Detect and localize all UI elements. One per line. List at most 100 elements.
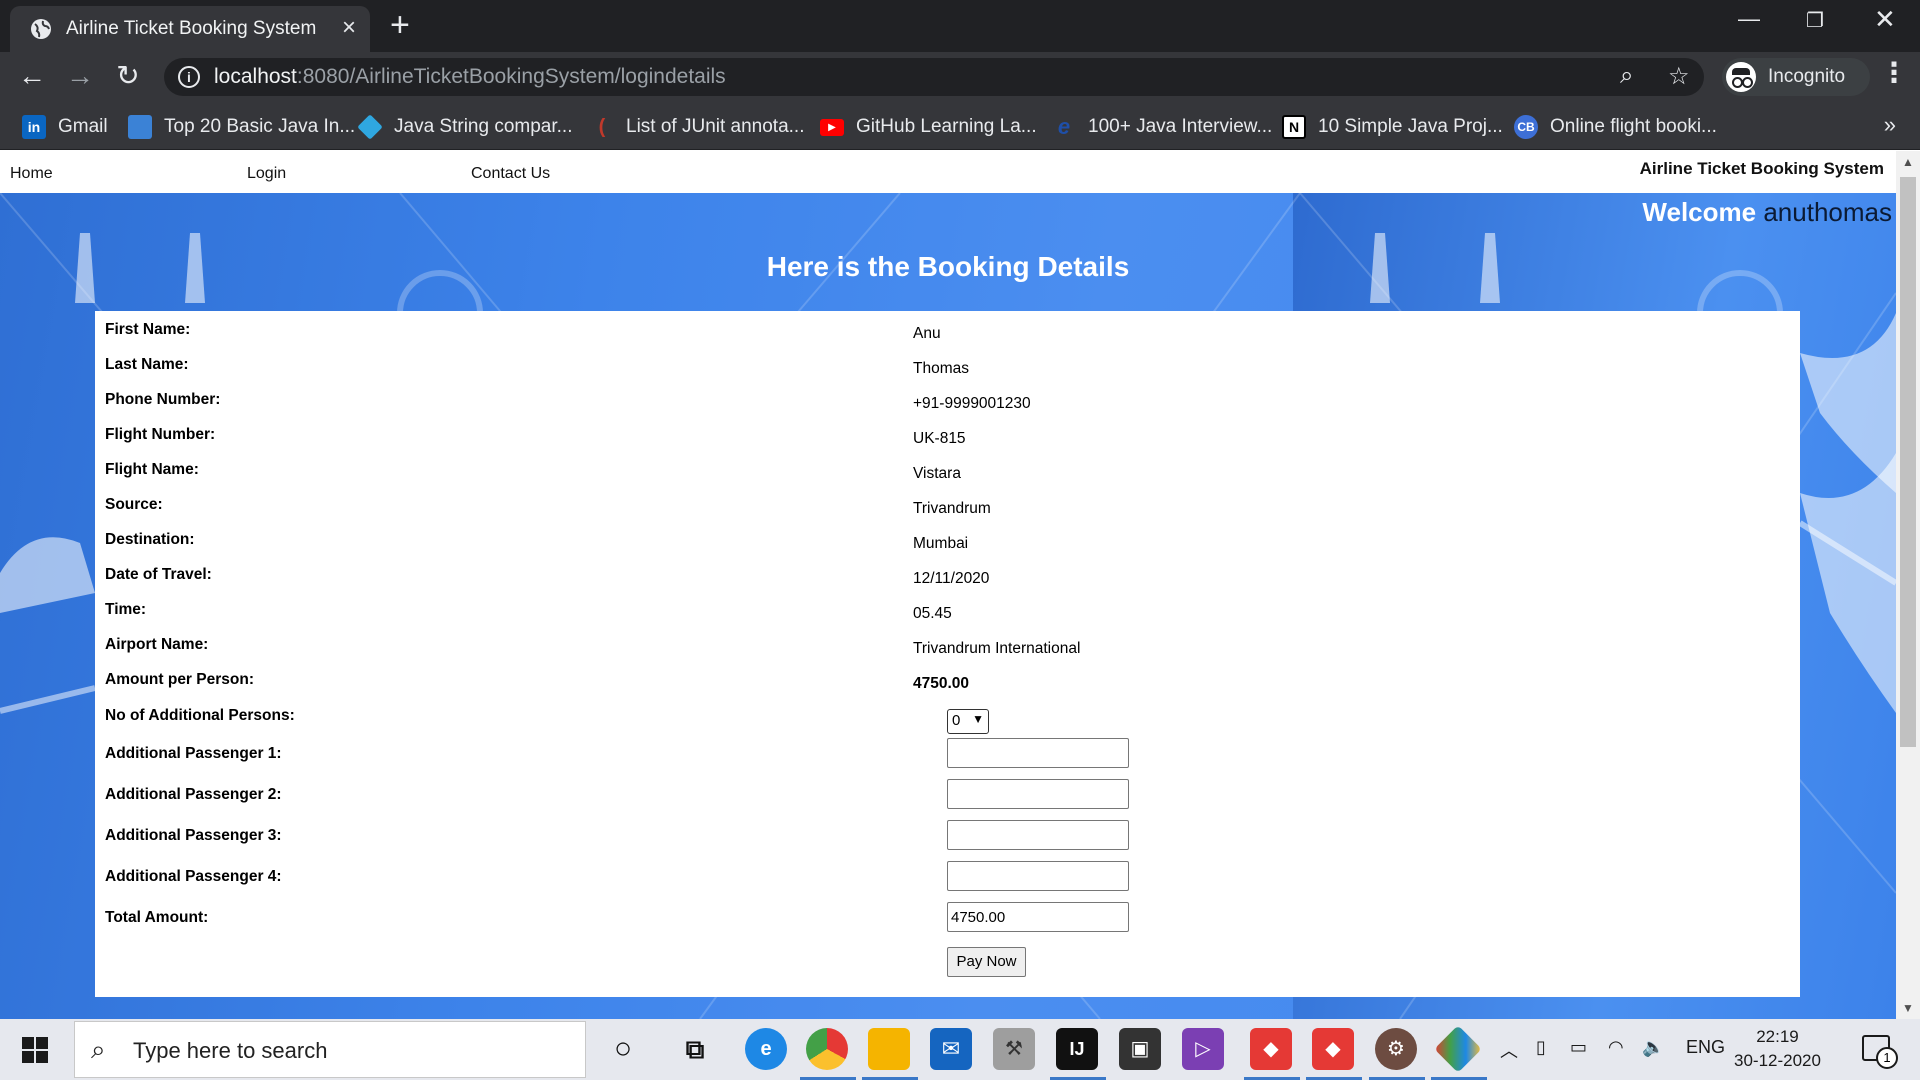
nav-home-link[interactable]: Home (10, 165, 53, 183)
clock-time: 22:19 (1756, 1027, 1799, 1046)
source-label: Source: (105, 496, 163, 513)
gear-app-icon[interactable]: ⚙ (1375, 1028, 1417, 1070)
visual-studio-icon[interactable]: ▷ (1182, 1028, 1224, 1070)
clock-date: 30-12-2020 (1734, 1051, 1821, 1070)
page-heading: Here is the Booking Details (766, 251, 1130, 282)
page-icon (128, 115, 152, 139)
bookmark-icon: N (1282, 115, 1306, 139)
restore-icon[interactable]: ❐ (1806, 8, 1824, 33)
menu-dots-icon[interactable]: ⋮ (1880, 56, 1908, 89)
nav-contact-link[interactable]: Contact Us (471, 165, 550, 183)
file-explorer-icon[interactable] (868, 1028, 910, 1070)
bookmark-java-projects[interactable]: N 10 Simple Java Proj... (1282, 114, 1503, 140)
total-amount-input[interactable] (947, 902, 1129, 932)
bookmark-java-interview-questions[interactable]: e 100+ Java Interview... (1052, 114, 1272, 140)
diamond-icon (357, 114, 383, 140)
wifi-icon[interactable]: ◠ (1608, 1037, 1624, 1058)
windows-start-icon[interactable] (22, 1037, 48, 1063)
pay-now-button[interactable]: Pay Now (947, 947, 1026, 977)
scroll-thumb[interactable] (1900, 177, 1916, 747)
welcome-message: Welcome anuthomas (1642, 197, 1892, 228)
flight-name-label: Flight Name: (105, 461, 199, 478)
tools-icon[interactable]: ⚒ (993, 1028, 1035, 1070)
browser-tab[interactable]: Airline Ticket Booking System × (10, 6, 370, 52)
close-tab-icon[interactable]: × (342, 14, 356, 42)
taskbar-search-placeholder: Type here to search (133, 1038, 328, 1063)
tab-strip: Airline Ticket Booking System × + — ❐ ✕ (0, 0, 1920, 52)
welcome-label: Welcome (1642, 197, 1757, 227)
taskbar-clock[interactable]: 22:19 30-12-2020 (1734, 1025, 1821, 1073)
close-window-icon[interactable]: ✕ (1874, 4, 1896, 35)
forward-arrow-icon[interactable]: → (64, 60, 96, 92)
star-bookmark-icon[interactable]: ☆ (1668, 62, 1690, 91)
battery-icon[interactable]: ▭ (1570, 1037, 1587, 1058)
youtube-icon: ▶ (820, 118, 844, 136)
amount-per-person-value: 4750.00 (913, 675, 970, 692)
additional-passenger-3-label: Additional Passenger 3: (105, 827, 282, 844)
date-of-travel-label: Date of Travel: (105, 566, 212, 583)
source-value: Trivandrum (913, 500, 991, 517)
incognito-icon (1726, 62, 1756, 92)
bookmark-java-interview[interactable]: Top 20 Basic Java In... (128, 114, 355, 140)
first-name-value: Anu (913, 325, 941, 342)
nav-login-link[interactable]: Login (247, 165, 286, 183)
time-label: Time: (105, 601, 147, 618)
cortana-icon[interactable]: ○ (602, 1028, 644, 1070)
back-arrow-icon[interactable]: ← (16, 60, 48, 92)
zoom-search-icon[interactable]: ⌕ (1620, 62, 1633, 90)
info-icon[interactable]: i (178, 66, 200, 88)
taskbar-search-box[interactable]: ⌕ Type here to search (74, 1021, 586, 1078)
anydesk-icon[interactable]: ◆ (1250, 1028, 1292, 1070)
scroll-down-icon[interactable]: ▼ (1902, 1001, 1914, 1015)
additional-passenger-4-input[interactable] (947, 861, 1129, 891)
destination-value: Mumbai (913, 535, 969, 552)
reload-icon[interactable]: ↻ (112, 60, 144, 92)
edge-icon[interactable]: e (745, 1028, 787, 1070)
language-indicator[interactable]: ENG (1686, 1037, 1725, 1058)
notification-count: 1 (1876, 1047, 1898, 1069)
globe-icon (31, 19, 51, 39)
anydesk-2-icon[interactable]: ◆ (1312, 1028, 1354, 1070)
sky-background: Welcome anuthomas Here is the Booking De… (0, 193, 1896, 1019)
volume-icon[interactable]: 🔈 (1642, 1037, 1664, 1058)
phone-number-value: +91-9999001230 (913, 395, 1031, 412)
device-icon[interactable]: ▯ (1536, 1037, 1546, 1058)
bookmark-gmail[interactable]: in Gmail (22, 114, 108, 140)
linkedin-icon: in (22, 115, 46, 139)
additional-persons-select[interactable]: 0 ▼ (947, 709, 989, 734)
scroll-up-icon[interactable]: ▲ (1902, 155, 1914, 169)
address-bar[interactable]: i localhost:8080/AirlineTicketBookingSys… (164, 58, 1704, 96)
chevron-right-icon[interactable]: » (1884, 112, 1896, 138)
destination-label: Destination: (105, 531, 195, 548)
bookmark-github-learning[interactable]: ▶ GitHub Learning La... (820, 114, 1037, 140)
minimize-icon[interactable]: — (1738, 6, 1760, 32)
chevron-up-icon[interactable]: ︿ (1500, 1037, 1518, 1063)
url-text: localhost:8080/AirlineTicketBookingSyste… (214, 65, 726, 88)
additional-passenger-4-label: Additional Passenger 4: (105, 868, 282, 885)
task-view-icon[interactable]: ⧉ (674, 1028, 716, 1070)
intellij-icon[interactable]: IJ (1056, 1028, 1098, 1070)
additional-passenger-1-input[interactable] (947, 738, 1129, 768)
incognito-profile-button[interactable]: Incognito (1722, 58, 1870, 96)
username: anuthomas (1763, 197, 1892, 227)
notification-center-icon[interactable]: 1 (1862, 1035, 1898, 1069)
amount-per-person-label: Amount per Person: (105, 671, 254, 688)
additional-passenger-2-input[interactable] (947, 779, 1129, 809)
bookmark-junit[interactable]: (List of JUnit annota... (590, 114, 805, 140)
additional-passenger-3-input[interactable] (947, 820, 1129, 850)
additional-persons-selected: 0 (952, 712, 961, 729)
new-tab-button[interactable]: + (390, 6, 410, 45)
git-icon[interactable] (1434, 1025, 1482, 1073)
page-viewport: Home Login Contact Us Airline Ticket Boo… (0, 151, 1920, 1019)
page-scrollbar[interactable]: ▲ ▼ (1896, 151, 1920, 1019)
edureka-icon: e (1057, 114, 1071, 139)
mail-icon[interactable]: ✉ (930, 1028, 972, 1070)
chrome-icon[interactable] (806, 1028, 848, 1070)
additional-passenger-1-label: Additional Passenger 1: (105, 745, 282, 762)
bookmark-java-string[interactable]: Java String compar... (357, 114, 572, 140)
bookmark-online-flight[interactable]: CB Online flight booki... (1514, 114, 1717, 140)
first-name-label: First Name: (105, 321, 191, 338)
brand-title: Airline Ticket Booking System (1639, 159, 1884, 178)
store-icon[interactable]: ▣ (1119, 1028, 1161, 1070)
airport-name-label: Airport Name: (105, 636, 209, 653)
